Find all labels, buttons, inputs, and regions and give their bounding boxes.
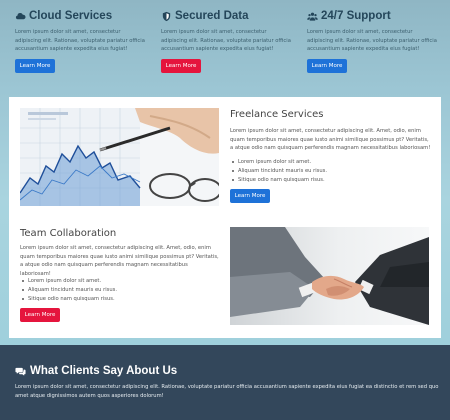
list-item: Lorem ipsum dolor sit amet. [230,158,327,167]
list-item: Lorem ipsum dolor sit amet. [20,277,117,286]
team-learn-more-button[interactable]: Learn More [20,308,60,322]
team-list: Lorem ipsum dolor sit amet. Aliquam tinc… [20,277,117,304]
learn-more-button[interactable]: Learn More [161,59,201,73]
list-item: Aliquam tincidunt mauris eu risus. [20,286,117,295]
feature-title: 24/7 Support [307,10,435,22]
freelance-title: Freelance Services [230,109,324,120]
learn-more-button[interactable]: Learn More [307,59,347,73]
list-item: Sitique odio nam quisquam risus. [230,176,327,185]
comments-icon [15,367,26,376]
feature-description: Lorem ipsum dolor sit amet, consectetur … [307,29,437,52]
handshake-image [230,227,429,325]
clients-text: Lorem ipsum dolor sit amet, consectetur … [15,384,439,399]
list-item: Aliquam tincidunt mauris eu risus. [230,167,327,176]
feature-description: Lorem ipsum dolor sit amet, consectetur … [161,29,291,52]
cloud-icon [15,12,26,19]
team-title: Team Collaboration [20,228,117,239]
features-row: Cloud Services Lorem ipsum dolor sit ame… [0,0,450,95]
feature-description: Lorem ipsum dolor sit amet, consectetur … [15,29,145,52]
feature-secured-data: Secured Data Lorem ipsum dolor sit amet,… [161,10,291,73]
feature-title-text: Cloud Services [29,10,113,22]
list-item: Sitique odio nam quisquam risus. [20,295,117,304]
freelance-learn-more-button[interactable]: Learn More [230,189,270,203]
feature-cloud-services: Cloud Services Lorem ipsum dolor sit ame… [15,10,145,73]
content-panel: Freelance Services Lorem ipsum dolor sit… [9,97,441,338]
freelance-list: Lorem ipsum dolor sit amet. Aliquam tinc… [230,158,327,185]
feature-title-text: 24/7 Support [321,10,391,22]
feature-support: 24/7 Support Lorem ipsum dolor sit amet,… [307,10,437,73]
learn-more-button[interactable]: Learn More [15,59,55,73]
clients-title-text: What Clients Say About Us [30,365,178,377]
clients-title: What Clients Say About Us [15,365,177,377]
clients-section: What Clients Say About Us Lorem ipsum do… [0,345,450,420]
feature-title: Secured Data [161,10,289,22]
feature-title-text: Secured Data [175,10,249,22]
shield-icon [162,11,171,21]
freelance-text: Lorem ipsum dolor sit amet, consectetur … [230,128,431,152]
users-icon [307,12,318,21]
feature-title: Cloud Services [15,10,143,22]
team-text: Lorem ipsum dolor sit amet, consectetur … [20,245,219,277]
business-chart-image [20,108,219,206]
